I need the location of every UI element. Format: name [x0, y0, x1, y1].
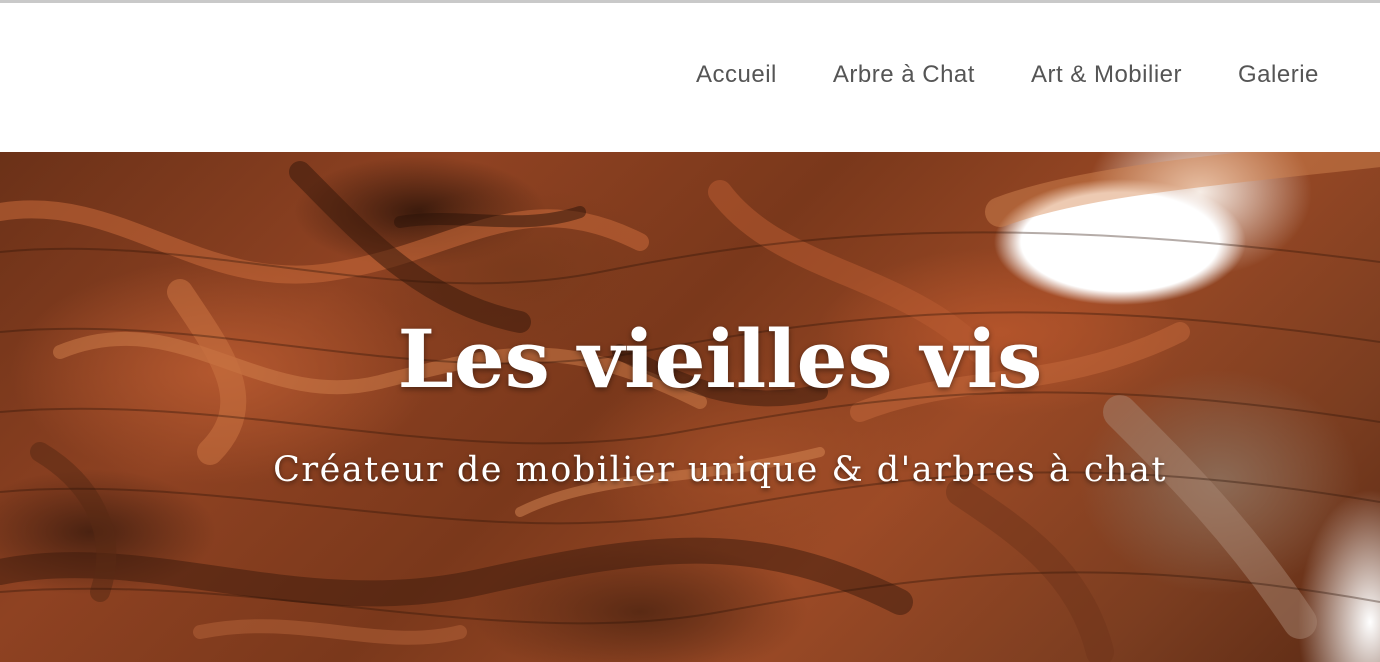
site-header: Accueil Arbre à Chat Art & Mobilier Galerie	[0, 3, 1380, 152]
hero-title: Les vieilles vis	[397, 312, 1043, 406]
hero-banner: Les vieilles vis Créateur de mobilier un…	[0, 152, 1380, 662]
nav-item-arbre-a-chat[interactable]: Arbre à Chat	[833, 61, 975, 89]
driftwood-root-image	[0, 152, 1380, 662]
hero-subtitle: Créateur de mobilier unique & d'arbres à…	[273, 450, 1167, 490]
nav-item-accueil[interactable]: Accueil	[696, 61, 777, 89]
nav-item-art-mobilier[interactable]: Art & Mobilier	[1031, 61, 1182, 89]
main-navigation: Accueil Arbre à Chat Art & Mobilier Galerie	[696, 61, 1375, 89]
nav-item-galerie[interactable]: Galerie	[1238, 61, 1319, 89]
